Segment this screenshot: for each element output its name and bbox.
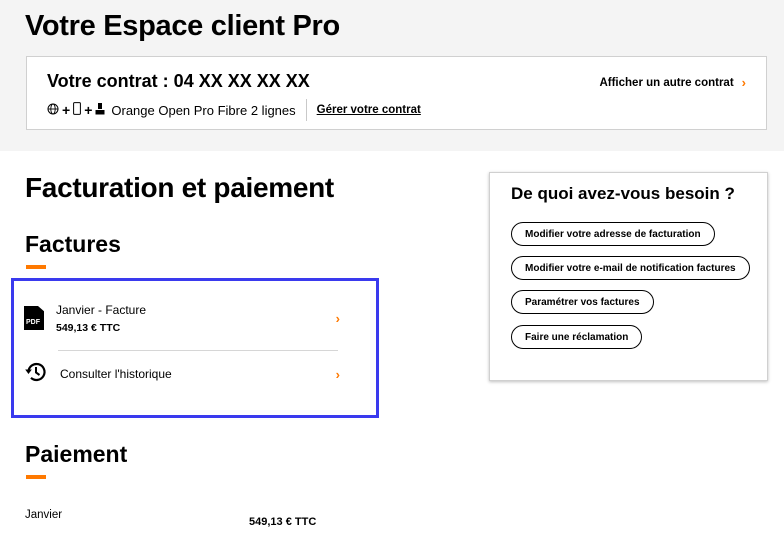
chevron-right-icon: › bbox=[741, 75, 746, 90]
invoices-title: Factures bbox=[25, 231, 121, 257]
payment-month: Janvier bbox=[25, 509, 63, 521]
divider bbox=[305, 99, 307, 121]
globe-icon bbox=[47, 103, 59, 118]
billing-section-title: Facturation et paiement bbox=[25, 172, 334, 203]
pdf-file-icon: PDF bbox=[24, 306, 44, 330]
payment-amount: 549,13 € TTC bbox=[249, 516, 317, 528]
contract-details: + + Orange Open Pro Fibre 2 lignes Gérer… bbox=[47, 99, 421, 121]
other-contract-label: Afficher un autre contrat bbox=[599, 76, 734, 89]
needs-card: De quoi avez-vous besoin ? Modifier votr… bbox=[489, 172, 768, 381]
contract-title: Votre contrat : 04 XX XX XX XX bbox=[47, 71, 310, 91]
file-complaint-button[interactable]: Faire une réclamation bbox=[511, 325, 643, 349]
invoice-history-row[interactable]: Consulter l'historique › bbox=[24, 362, 340, 386]
latest-invoice-text: Janvier - Facture 549,13 € TTC bbox=[56, 303, 340, 334]
chevron-right-icon: › bbox=[335, 310, 340, 326]
chevron-right-icon: › bbox=[335, 366, 340, 382]
mobile-icon bbox=[73, 102, 82, 118]
latest-invoice-row[interactable]: PDF Janvier - Facture 549,13 € TTC › bbox=[24, 296, 340, 340]
latest-invoice-label: Janvier - Facture bbox=[56, 302, 147, 317]
invoice-history-text: Consulter l'historique bbox=[60, 367, 340, 381]
latest-invoice-amount: 549,13 € TTC bbox=[56, 321, 121, 334]
payment-title: Paiement bbox=[25, 441, 128, 467]
payment-underline bbox=[26, 475, 46, 479]
plus-icon: + bbox=[84, 102, 93, 118]
contract-offer: Orange Open Pro Fibre 2 lignes bbox=[111, 102, 296, 118]
contract-services-icons: + + bbox=[47, 102, 105, 118]
other-contract-link[interactable]: Afficher un autre contrat › bbox=[599, 75, 746, 90]
invoice-settings-button[interactable]: Paramétrer vos factures bbox=[511, 290, 654, 314]
plus-icon: + bbox=[62, 102, 71, 118]
invoice-history-label: Consulter l'historique bbox=[60, 367, 172, 381]
change-billing-address-button[interactable]: Modifier votre adresse de facturation bbox=[511, 222, 715, 246]
contract-card: Votre contrat : 04 XX XX XX XX + + Orang… bbox=[26, 56, 767, 130]
page-title: Votre Espace client Pro bbox=[25, 10, 340, 42]
landline-phone-icon bbox=[95, 102, 105, 118]
invoice-divider bbox=[58, 350, 338, 351]
invoices-underline bbox=[26, 265, 46, 269]
needs-title: De quoi avez-vous besoin ? bbox=[511, 184, 735, 203]
change-notification-email-button[interactable]: Modifier votre e-mail de notification fa… bbox=[511, 256, 750, 280]
history-icon bbox=[24, 360, 48, 389]
manage-contract-link[interactable]: Gérer votre contrat bbox=[317, 104, 421, 116]
